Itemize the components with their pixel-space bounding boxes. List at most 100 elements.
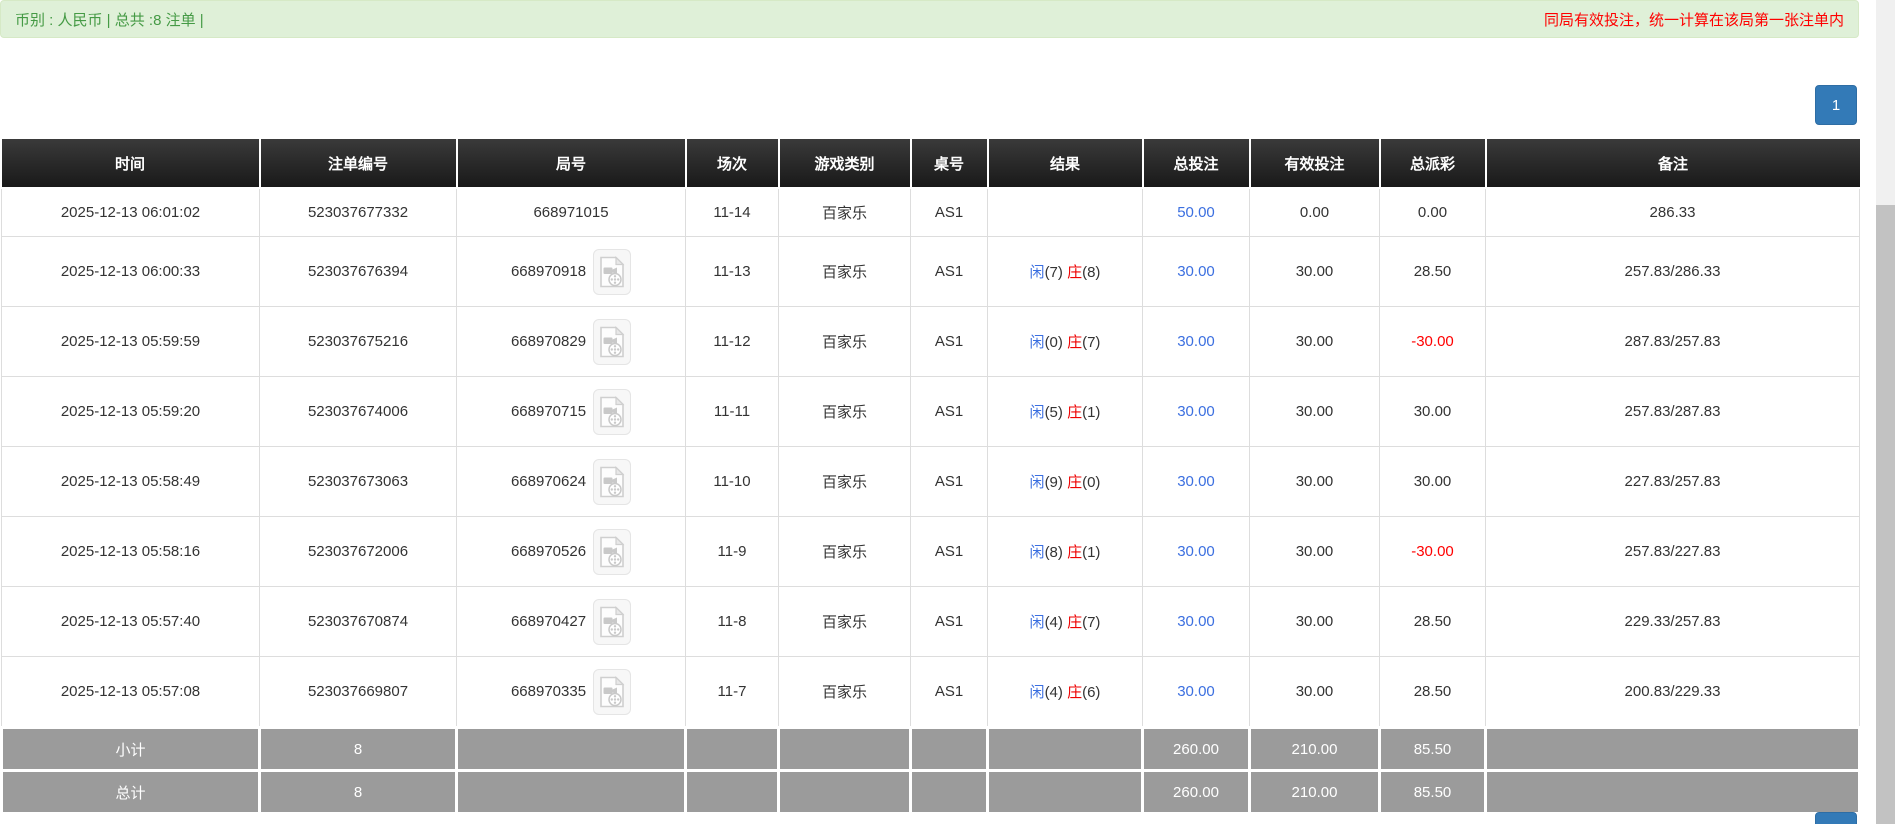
header-valid-bet: 有效投注 [1249,139,1381,189]
result-cell [987,187,1143,237]
result-banker-score: (7) [1082,614,1101,631]
total-total-bet: 260.00 [1141,769,1251,815]
summary-alert-bar: 币别 : 人民币 | 总共 :8 注单 | 同局有效投注，统一计算在该局第一张注… [0,0,1859,38]
session-cell: 11-9 [685,516,779,587]
header-result: 结果 [987,139,1144,189]
result-player-label: 闲 [1029,334,1045,351]
total-bet-link[interactable]: 30.00 [1142,236,1250,307]
total-bet-link[interactable]: 30.00 [1142,516,1250,587]
total-bet-link[interactable]: 30.00 [1142,586,1250,657]
session-cell: 11-12 [685,306,779,377]
total-bet-link[interactable]: 30.00 [1142,446,1250,517]
table-row: 2025-12-13 06:01:02 523037677332 6689710… [1,187,1860,237]
result-banker-label: 庄 [1067,614,1083,631]
time-cell: 2025-12-13 05:59:59 [1,306,260,377]
remark-cell: 200.83/229.33 [1485,656,1860,728]
game-type-cell: 百家乐 [778,306,911,377]
header-bet-id: 注单编号 [259,139,458,189]
total-payout: 85.50 [1378,769,1487,815]
remark-cell: 257.83/286.33 [1485,236,1860,307]
table-row: 2025-12-13 05:58:49 523037673063 6689706… [1,446,1860,517]
result-player-label: 闲 [1029,404,1045,421]
session-cell: 11-7 [685,656,779,728]
bet-id-cell: 523037677332 [259,187,457,237]
video-replay-button[interactable] [593,458,632,505]
total-count: 8 [258,769,458,815]
valid-bet-cell: 30.00 [1249,376,1380,447]
bet-id-cell: 523037672006 [259,516,457,587]
round-id-cell: 668970715 [456,376,686,447]
pagination-page-1-bottom[interactable]: 1 [1815,812,1857,824]
table-no-cell: AS1 [910,187,988,237]
header-total-bet: 总投注 [1142,139,1251,189]
result-cell: 闲(0) 庄(7) [987,306,1143,377]
game-type-cell: 百家乐 [778,376,911,447]
result-player-score: (4) [1044,684,1063,701]
round-id-text: 668970335 [510,683,587,700]
header-game-type: 游戏类别 [778,139,912,189]
video-file-icon [599,675,625,708]
game-type-cell: 百家乐 [778,236,911,307]
header-round-id: 局号 [456,139,687,189]
total-bet-link[interactable]: 30.00 [1142,376,1250,447]
bet-records-table: 时间 注单编号 局号 场次 游戏类别 桌号 结果 总投注 有效投注 总派彩 备注… [0,139,1861,815]
total-bet-link[interactable]: 30.00 [1142,656,1250,728]
time-cell: 2025-12-13 06:00:33 [1,236,260,307]
round-id-text: 668970715 [510,403,587,420]
session-cell: 11-14 [685,187,779,237]
payout-cell: 28.50 [1379,656,1486,728]
result-banker-label: 庄 [1067,684,1083,701]
video-replay-button[interactable] [593,528,632,575]
result-cell: 闲(4) 庄(7) [987,586,1143,657]
round-id-text: 668970427 [510,613,587,630]
grand-total-row: 总计 8 260.00 210.00 85.50 [0,769,1861,815]
time-cell: 2025-12-13 05:59:20 [1,376,260,447]
video-replay-button[interactable] [593,248,632,295]
total-bet-link[interactable]: 50.00 [1142,187,1250,237]
payout-cell: 30.00 [1379,376,1486,447]
subtotal-valid-bet: 210.00 [1248,726,1381,772]
round-id-cell: 668971015 [456,187,686,237]
video-replay-button[interactable] [593,318,632,365]
result-cell: 闲(7) 庄(8) [987,236,1143,307]
remark-cell: 257.83/227.83 [1485,516,1860,587]
table-no-cell: AS1 [910,236,988,307]
result-banker-label: 庄 [1067,544,1083,561]
bet-id-cell: 523037675216 [259,306,457,377]
result-player-label: 闲 [1029,684,1045,701]
valid-bet-cell: 30.00 [1249,656,1380,728]
total-bet-link[interactable]: 30.00 [1142,306,1250,377]
session-cell: 11-11 [685,376,779,447]
bet-id-cell: 523037674006 [259,376,457,447]
time-cell: 2025-12-13 05:57:08 [1,656,260,728]
table-row: 2025-12-13 05:59:20 523037674006 6689707… [1,376,1860,447]
result-cell: 闲(9) 庄(0) [987,446,1143,517]
pagination-page-1-top[interactable]: 1 [1815,85,1857,125]
result-banker-score: (6) [1082,684,1101,701]
video-replay-button[interactable] [593,668,632,715]
result-player-score: (4) [1044,614,1063,631]
video-replay-button[interactable] [593,598,632,645]
round-id-text: 668970624 [510,473,587,490]
result-cell: 闲(8) 庄(1) [987,516,1143,587]
video-file-icon [599,465,625,498]
remark-cell: 257.83/287.83 [1485,376,1860,447]
result-banker-score: (1) [1082,544,1101,561]
vertical-scrollbar-track[interactable] [1876,0,1895,824]
game-type-cell: 百家乐 [778,656,911,728]
remark-cell: 286.33 [1485,187,1860,237]
table-row: 2025-12-13 06:00:33 523037676394 6689709… [1,236,1860,307]
vertical-scrollbar-thumb[interactable] [1876,205,1895,824]
result-banker-score: (1) [1082,404,1101,421]
time-cell: 2025-12-13 05:58:49 [1,446,260,517]
remark-cell: 287.83/257.83 [1485,306,1860,377]
valid-bet-notice-text: 同局有效投注，统一计算在该局第一张注单内 [1543,11,1844,29]
video-replay-button[interactable] [593,388,632,435]
result-banker-score: (8) [1082,264,1101,281]
result-banker-label: 庄 [1067,474,1083,491]
total-label: 总计 [0,769,261,815]
header-row: 时间 注单编号 局号 场次 游戏类别 桌号 结果 总投注 有效投注 总派彩 备注 [1,139,1860,189]
result-banker-score: (7) [1082,334,1101,351]
video-file-icon [599,255,625,288]
payout-cell: -30.00 [1379,306,1486,377]
